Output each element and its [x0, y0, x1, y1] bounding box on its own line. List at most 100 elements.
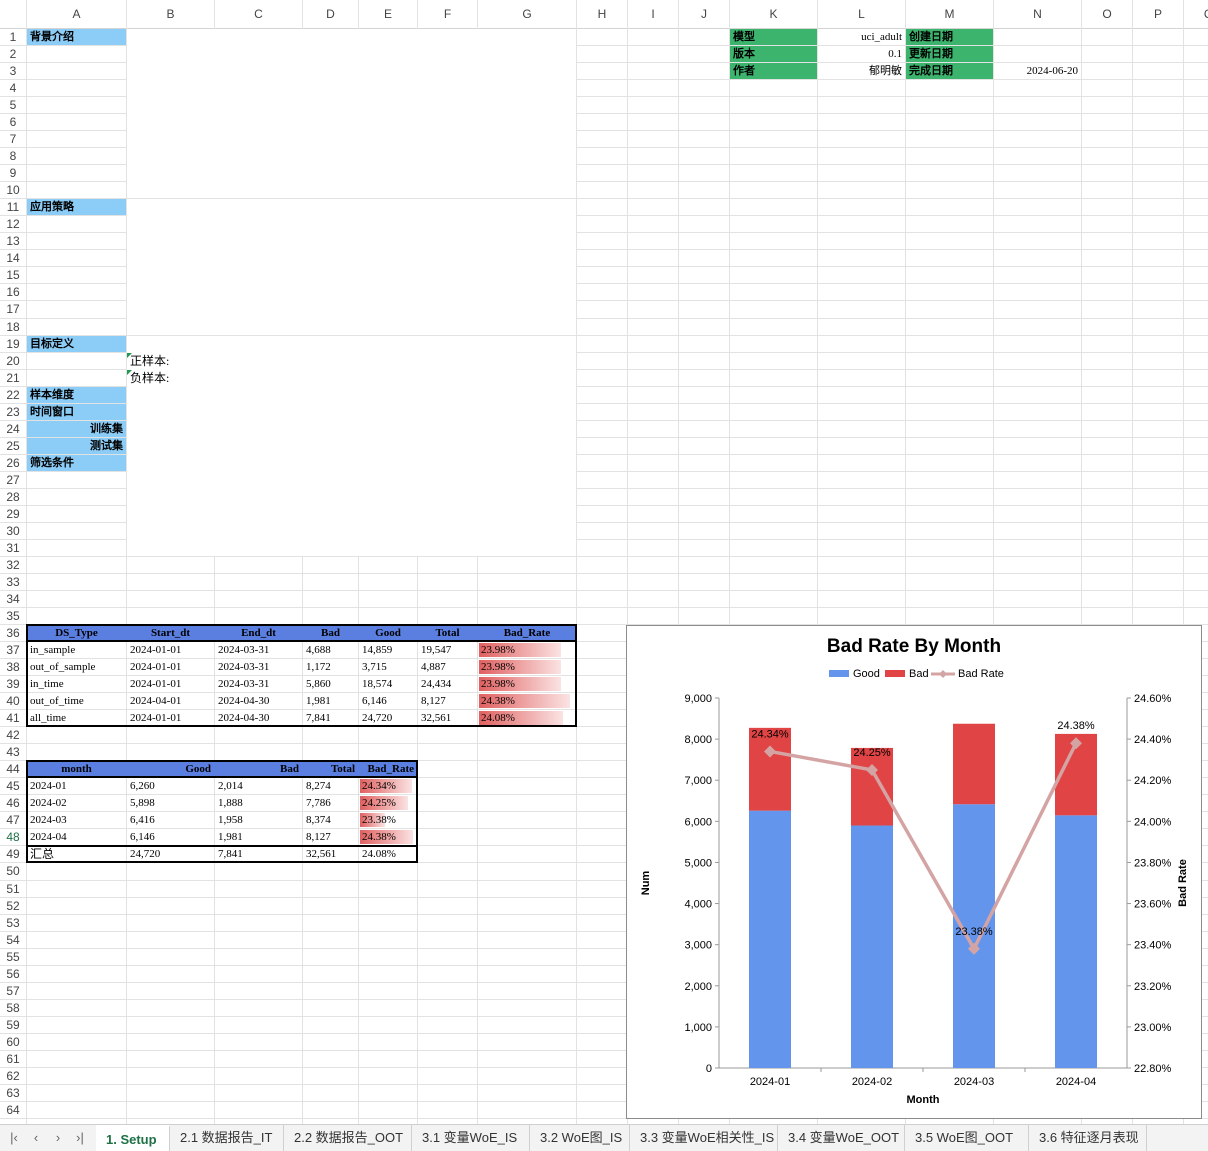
- row-header[interactable]: 49: [0, 846, 26, 862]
- row-header[interactable]: 50: [0, 863, 26, 879]
- column-header-o[interactable]: O: [1082, 0, 1132, 29]
- row-header[interactable]: 3: [0, 63, 26, 79]
- row-header[interactable]: 8: [0, 148, 26, 164]
- column-header-d[interactable]: D: [303, 0, 358, 29]
- row-header[interactable]: 46: [0, 795, 26, 811]
- column-header-g[interactable]: G: [478, 0, 576, 29]
- row-header[interactable]: 30: [0, 523, 26, 539]
- merged-text-area[interactable]: [127, 199, 576, 335]
- row-header[interactable]: 17: [0, 301, 26, 317]
- merged-text-area[interactable]: [127, 29, 576, 198]
- column-header-c[interactable]: C: [215, 0, 302, 29]
- select-all-corner[interactable]: [0, 0, 26, 29]
- column-header-i[interactable]: I: [628, 0, 678, 29]
- last-sheet-icon[interactable]: ›|: [70, 1125, 90, 1151]
- row-header[interactable]: 19: [0, 336, 26, 352]
- column-header-b[interactable]: B: [127, 0, 214, 29]
- row-header[interactable]: 39: [0, 676, 26, 692]
- sheet-tab[interactable]: 1. Setup: [96, 1125, 170, 1151]
- row-header[interactable]: 23: [0, 404, 26, 420]
- row-header[interactable]: 34: [0, 591, 26, 607]
- row-header[interactable]: 15: [0, 267, 26, 283]
- row-header[interactable]: 33: [0, 574, 26, 590]
- row-header[interactable]: 12: [0, 216, 26, 232]
- next-sheet-icon[interactable]: ›: [48, 1125, 68, 1151]
- row-header[interactable]: 28: [0, 489, 26, 505]
- merged-text-area[interactable]: [127, 336, 576, 556]
- row-header[interactable]: 16: [0, 284, 26, 300]
- row-header[interactable]: 54: [0, 932, 26, 948]
- column-header-a[interactable]: A: [27, 0, 126, 29]
- row-header[interactable]: 36: [0, 625, 26, 641]
- column-header-e[interactable]: E: [359, 0, 417, 29]
- row-header[interactable]: 2: [0, 46, 26, 62]
- row-header[interactable]: 1: [0, 29, 26, 45]
- row-header[interactable]: 48: [0, 829, 26, 845]
- sheet-tab[interactable]: 3.5 WoE图_OOT: [905, 1125, 1029, 1151]
- row-header[interactable]: 47: [0, 812, 26, 828]
- row-header[interactable]: 13: [0, 233, 26, 249]
- row-header[interactable]: 35: [0, 608, 26, 624]
- row-header[interactable]: 58: [0, 1000, 26, 1016]
- row-header[interactable]: 41: [0, 710, 26, 726]
- column-header-m[interactable]: M: [906, 0, 993, 29]
- row-header[interactable]: 56: [0, 966, 26, 982]
- column-header-j[interactable]: J: [679, 0, 729, 29]
- row-header[interactable]: 31: [0, 540, 26, 556]
- row-header[interactable]: 64: [0, 1102, 26, 1118]
- column-header-q[interactable]: Q: [1184, 0, 1208, 29]
- sheet-tab[interactable]: 3.2 WoE图_IS: [530, 1125, 630, 1151]
- row-header[interactable]: 22: [0, 387, 26, 403]
- sheet-tab[interactable]: 2.1 数据报告_IT: [170, 1125, 284, 1151]
- row-header[interactable]: 63: [0, 1085, 26, 1101]
- row-header[interactable]: 55: [0, 949, 26, 965]
- row-header[interactable]: 27: [0, 472, 26, 488]
- sheet-tab[interactable]: 3.4 变量WoE_OOT: [778, 1125, 905, 1151]
- column-header-n[interactable]: N: [994, 0, 1081, 29]
- row-header[interactable]: 21: [0, 370, 26, 386]
- row-header[interactable]: 6: [0, 114, 26, 130]
- row-header[interactable]: 57: [0, 983, 26, 999]
- row-header[interactable]: 37: [0, 642, 26, 658]
- prev-sheet-icon[interactable]: ‹: [26, 1125, 46, 1151]
- row-header[interactable]: 18: [0, 319, 26, 335]
- sheet-tab[interactable]: 3.6 特征逐月表现: [1029, 1125, 1147, 1151]
- row-header[interactable]: 44: [0, 761, 26, 777]
- row-header[interactable]: 40: [0, 693, 26, 709]
- row-header[interactable]: 60: [0, 1034, 26, 1050]
- sheet-tab[interactable]: 3.1 变量WoE_IS: [412, 1125, 530, 1151]
- row-header[interactable]: 24: [0, 421, 26, 437]
- row-header[interactable]: 7: [0, 131, 26, 147]
- row-header[interactable]: 53: [0, 915, 26, 931]
- row-header[interactable]: 42: [0, 727, 26, 743]
- row-header[interactable]: 5: [0, 97, 26, 113]
- row-header[interactable]: 11: [0, 199, 26, 215]
- column-header-h[interactable]: H: [577, 0, 627, 29]
- row-header[interactable]: 26: [0, 455, 26, 471]
- first-sheet-icon[interactable]: |‹: [4, 1125, 24, 1151]
- row-header[interactable]: 9: [0, 165, 26, 181]
- legend-bad-swatch: [885, 670, 905, 677]
- bad-rate-chart[interactable]: Bad Rate By Month Good Bad Bad Rate 0 1,000 2,…: [626, 625, 1202, 1119]
- row-header[interactable]: 20: [0, 353, 26, 369]
- sheet-tab[interactable]: 3.3 变量WoE相关性_IS: [630, 1125, 778, 1151]
- row-header[interactable]: 62: [0, 1068, 26, 1084]
- row-header[interactable]: 59: [0, 1017, 26, 1033]
- column-header-f[interactable]: F: [418, 0, 477, 29]
- sheet-tab[interactable]: 2.2 数据报告_OOT: [284, 1125, 412, 1151]
- row-header[interactable]: 38: [0, 659, 26, 675]
- row-header[interactable]: 29: [0, 506, 26, 522]
- row-header[interactable]: 45: [0, 778, 26, 794]
- row-header[interactable]: 10: [0, 182, 26, 198]
- row-header[interactable]: 14: [0, 250, 26, 266]
- row-header[interactable]: 32: [0, 557, 26, 573]
- row-header[interactable]: 25: [0, 438, 26, 454]
- row-header[interactable]: 52: [0, 898, 26, 914]
- row-header[interactable]: 43: [0, 744, 26, 760]
- row-header[interactable]: 4: [0, 80, 26, 96]
- row-header[interactable]: 51: [0, 881, 26, 897]
- row-header[interactable]: 61: [0, 1051, 26, 1067]
- column-header-k[interactable]: K: [730, 0, 817, 29]
- column-header-l[interactable]: L: [818, 0, 905, 29]
- column-header-p[interactable]: P: [1133, 0, 1183, 29]
